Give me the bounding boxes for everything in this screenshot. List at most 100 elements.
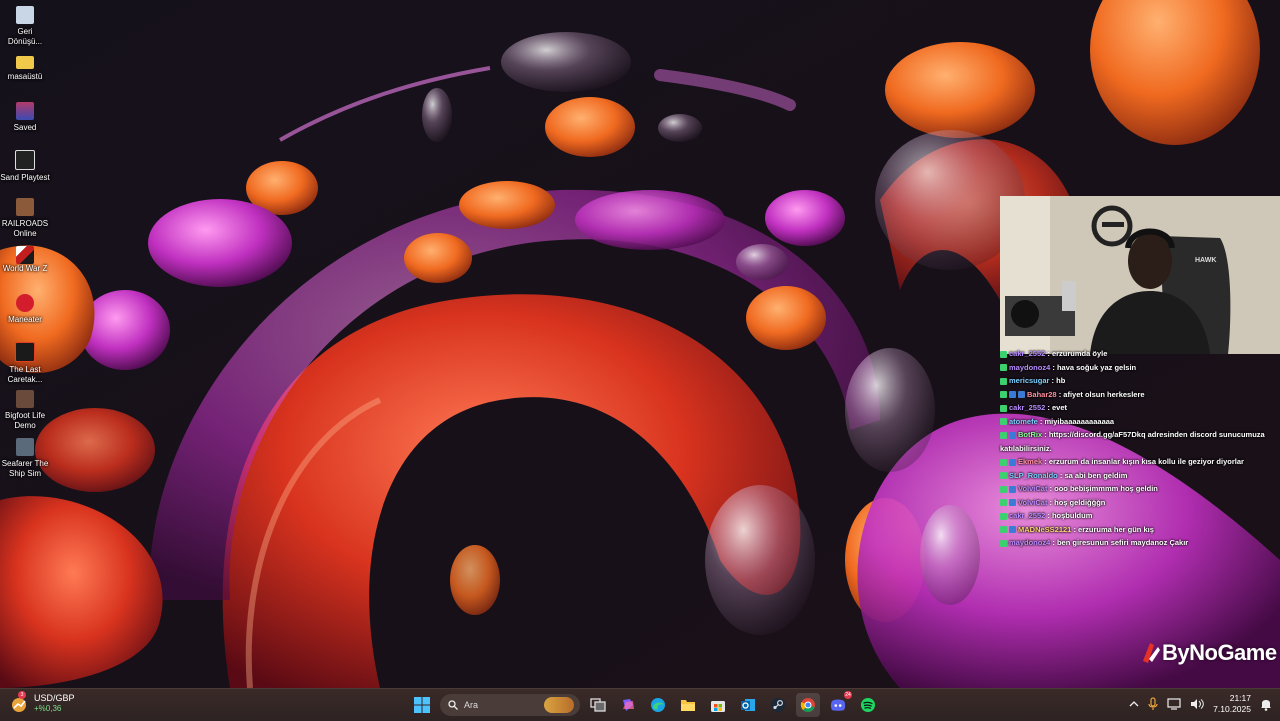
desktop-icon-label: Seafarer The Ship Sim (1, 459, 49, 478)
copilot-button[interactable] (616, 693, 640, 717)
desktop-icon-last-caretaker[interactable]: The Last Caretak... (0, 338, 50, 385)
chat-username: MADNeSS2121 (1018, 524, 1072, 534)
chat-username: maydonoz4 (1009, 538, 1051, 547)
chat-username: VolviCat (1018, 497, 1048, 507)
stream-chat: cakr_2552 : erzurumda öyle maydonoz4 : ha… (1000, 347, 1278, 550)
chat-text: : miyibaaaaaaaaaaaa (1039, 416, 1115, 426)
chat-username: VolviCat (1018, 484, 1048, 493)
clock-time: 21:17 (1229, 693, 1251, 703)
desktop-icon-bigfoot[interactable]: Bigfoot Life Demo (0, 386, 50, 431)
bynogame-watermark: ByNoGame (1140, 640, 1277, 666)
desktop-icon-railroads[interactable]: RAILROADS Online (0, 194, 50, 239)
chat-username: cakr_2552 (1009, 403, 1046, 412)
kick-badge-icon (1000, 526, 1007, 534)
taskbar-clock[interactable]: 21:17 7.10.2025 (1213, 693, 1251, 715)
desktop-icon-label: Saved (13, 123, 37, 132)
kick-badge-icon (1000, 499, 1007, 507)
chat-username: Bahar28 (1027, 389, 1057, 399)
clock-date: 7.10.2025 (1213, 704, 1251, 714)
chat-text: : afiyet olsun herkeslere (1058, 389, 1145, 399)
chat-text: : hoşbuldum (1047, 511, 1093, 520)
seafarer-icon (16, 438, 34, 456)
discord-badge: 24 (844, 691, 852, 699)
stock-ticker-widget[interactable]: 3 USD/GBP +%0,36 (10, 690, 75, 714)
chrome-icon (800, 698, 815, 712)
steam-icon (771, 698, 785, 712)
chat-message: cakr_2552 : hoşbuldum (1000, 509, 1278, 523)
railroads-icon (16, 198, 34, 216)
desktop-icon-seafarer[interactable]: Seafarer The Ship Sim (0, 434, 50, 479)
spotify-icon (861, 698, 875, 712)
microphone-icon[interactable] (1148, 697, 1158, 711)
notification-bell-icon[interactable] (1260, 697, 1272, 711)
kick-badge-icon (1000, 472, 1007, 480)
desktop-icon-label: masaüstü (7, 72, 43, 81)
search-icon (448, 700, 458, 710)
kick-badge-icon (1000, 364, 1007, 372)
maneater-icon (16, 294, 34, 312)
chat-text: : hoş geldiğğğn (1049, 497, 1106, 507)
desktop-icon-saved[interactable]: Saved (0, 98, 50, 133)
ticker-icon: 3 (10, 690, 28, 713)
desktop-icon-label: World War Z (2, 264, 48, 273)
desktop-icon-sand-playtest[interactable]: Sand Playtest (0, 146, 50, 183)
chat-username: atomefe (1009, 416, 1038, 426)
taskbar-search[interactable]: Ara (440, 694, 580, 716)
task-view-button[interactable] (586, 693, 610, 717)
svg-text:HAWK: HAWK (1195, 257, 1216, 264)
folder-icon (16, 56, 34, 69)
recycle-bin-icon (16, 6, 34, 24)
sand-game-icon (15, 150, 35, 170)
edge-button[interactable] (646, 693, 670, 717)
kick-badge-icon (1000, 458, 1007, 466)
chat-message: BotRix : https://discord.gg/aF57Dkq adre… (1000, 428, 1278, 455)
chat-text: : hb (1051, 376, 1066, 385)
outlook-icon (741, 699, 755, 711)
ticker-name: USD/GBP (34, 693, 75, 703)
system-tray: 21:17 7.10.2025 (1129, 693, 1272, 715)
desktop-icon-label: The Last Caretak... (7, 365, 43, 384)
chat-message: Bahar28 : afiyet olsun herkeslere (1000, 388, 1278, 402)
taskbar-apps: Ara 24 (410, 691, 880, 717)
ticker-badge: 3 (18, 690, 26, 699)
brand-name: ByNoGame (1162, 640, 1277, 665)
kick-badge-icon (1000, 391, 1007, 399)
chat-username: SLP_Ronaldo (1009, 470, 1058, 480)
kick-badge-icon (1000, 485, 1007, 493)
network-icon[interactable] (1167, 698, 1181, 710)
desktop-icon-recycle-bin[interactable]: Geri Dönüşü... (0, 2, 50, 47)
chat-username: cakr_2552 (1009, 511, 1046, 520)
kick-badge-icon (1000, 404, 1007, 412)
desktop-icon-world-war-z[interactable]: World War Z (0, 242, 50, 274)
kick-badge-icon (1000, 350, 1007, 358)
kick-badge-icon (1000, 418, 1007, 426)
chat-message: maydonoz4 : ben giresunun sefiri maydano… (1000, 536, 1278, 550)
spotify-button[interactable] (856, 693, 880, 717)
subscriber-badge-icon (1009, 391, 1016, 399)
start-button[interactable] (410, 693, 434, 717)
desktop-icon-maneater[interactable]: Maneater (0, 290, 50, 325)
chat-username: cakr_2552 (1009, 349, 1046, 358)
chat-message: VolviCat : hoş geldiğğğn (1000, 496, 1278, 510)
desktop-icon-label: Bigfoot Life Demo (4, 411, 46, 430)
chrome-button[interactable] (796, 693, 820, 717)
chevron-up-icon[interactable] (1129, 700, 1139, 708)
subscriber-badge-icon (1009, 458, 1016, 466)
winrar-icon (16, 102, 34, 120)
taskbar: 3 USD/GBP +%0,36 Ara 24 21:17 7.10.2025 (0, 688, 1280, 721)
store-button[interactable] (706, 693, 730, 717)
volume-icon[interactable] (1190, 698, 1204, 710)
kick-badge-icon (1000, 377, 1007, 385)
desktop-icon-folder[interactable]: masaüstü (0, 50, 50, 82)
bynogame-logo-icon (1143, 643, 1160, 663)
last-caretaker-icon (15, 342, 35, 362)
file-explorer-button[interactable] (676, 693, 700, 717)
chat-text: : erzuruma her gün kış (1073, 524, 1154, 534)
steam-button[interactable] (766, 693, 790, 717)
folder-icon (681, 700, 695, 711)
chat-text: : ooo bebişimmmm hoş geldin (1049, 484, 1158, 493)
chat-message: SLP_Ronaldo : sa abi ben geldim (1000, 469, 1278, 483)
outlook-button[interactable] (736, 693, 760, 717)
subscriber-badge-icon (1009, 431, 1016, 439)
discord-button[interactable]: 24 (826, 691, 852, 717)
